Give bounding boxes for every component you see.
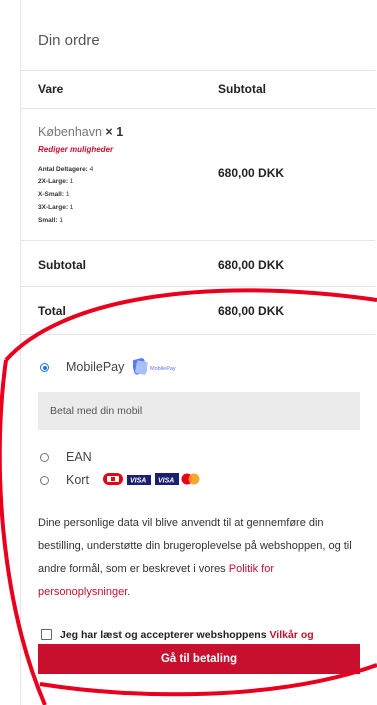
meta-line: 3X-Large: 1: [38, 204, 74, 211]
mobilepay-description: Betal med din mobil: [50, 405, 143, 417]
divider: [20, 108, 375, 109]
go-to-payment-button[interactable]: Gå til betaling: [38, 644, 360, 674]
privacy-notice: Dine personlige data vil blive anvendt t…: [38, 517, 352, 598]
total-value: 680,00 DKK: [218, 304, 285, 318]
mobilepay-label[interactable]: MobilePay: [66, 360, 124, 374]
meta-line: 2X-Large: 1: [38, 178, 74, 185]
meta-line: X-Small: 1: [38, 191, 70, 198]
product-name: København × 1: [38, 125, 123, 139]
kort-radio[interactable]: [40, 476, 49, 485]
product-qty: × 1: [105, 125, 124, 139]
visa-icon: VISA: [155, 473, 179, 485]
dankort-icon: [103, 473, 123, 485]
checkout-page: Din ordre Vare Subtotal København × 1 Re…: [0, 0, 377, 705]
divider: [20, 286, 375, 287]
ean-radio[interactable]: [40, 453, 49, 462]
meta-line: Antal Deltagere: 4: [38, 166, 94, 173]
divider: [20, 240, 375, 241]
edit-options-link[interactable]: Rediger muligheder: [38, 145, 113, 154]
divider: [20, 334, 375, 335]
kort-label[interactable]: Kort: [66, 473, 89, 487]
svg-text:VISA: VISA: [158, 478, 174, 485]
product-title: København: [38, 125, 102, 139]
visa-electron-icon: VISA: [127, 473, 151, 485]
subtotal-value: 680,00 DKK: [218, 258, 285, 272]
divider: [20, 70, 375, 71]
page-title: Din ordre: [38, 32, 100, 49]
subtotal-label: Subtotal: [38, 258, 86, 272]
col-header-product: Vare: [38, 82, 64, 96]
col-header-subtotal: Subtotal: [218, 82, 266, 96]
total-label: Total: [38, 304, 66, 318]
meta-line: Small: 1: [38, 217, 63, 224]
item-price: 680,00 DKK: [218, 166, 285, 180]
mastercard-icon: [181, 473, 200, 485]
svg-text:VISA: VISA: [130, 478, 146, 485]
svg-text:MobilePay: MobilePay: [150, 366, 176, 372]
mobilepay-radio[interactable]: [40, 363, 49, 372]
mobilepay-logo-icon: MobilePay: [133, 358, 176, 375]
card-logos: VISA VISA: [103, 473, 200, 485]
ean-label[interactable]: EAN: [66, 450, 92, 464]
